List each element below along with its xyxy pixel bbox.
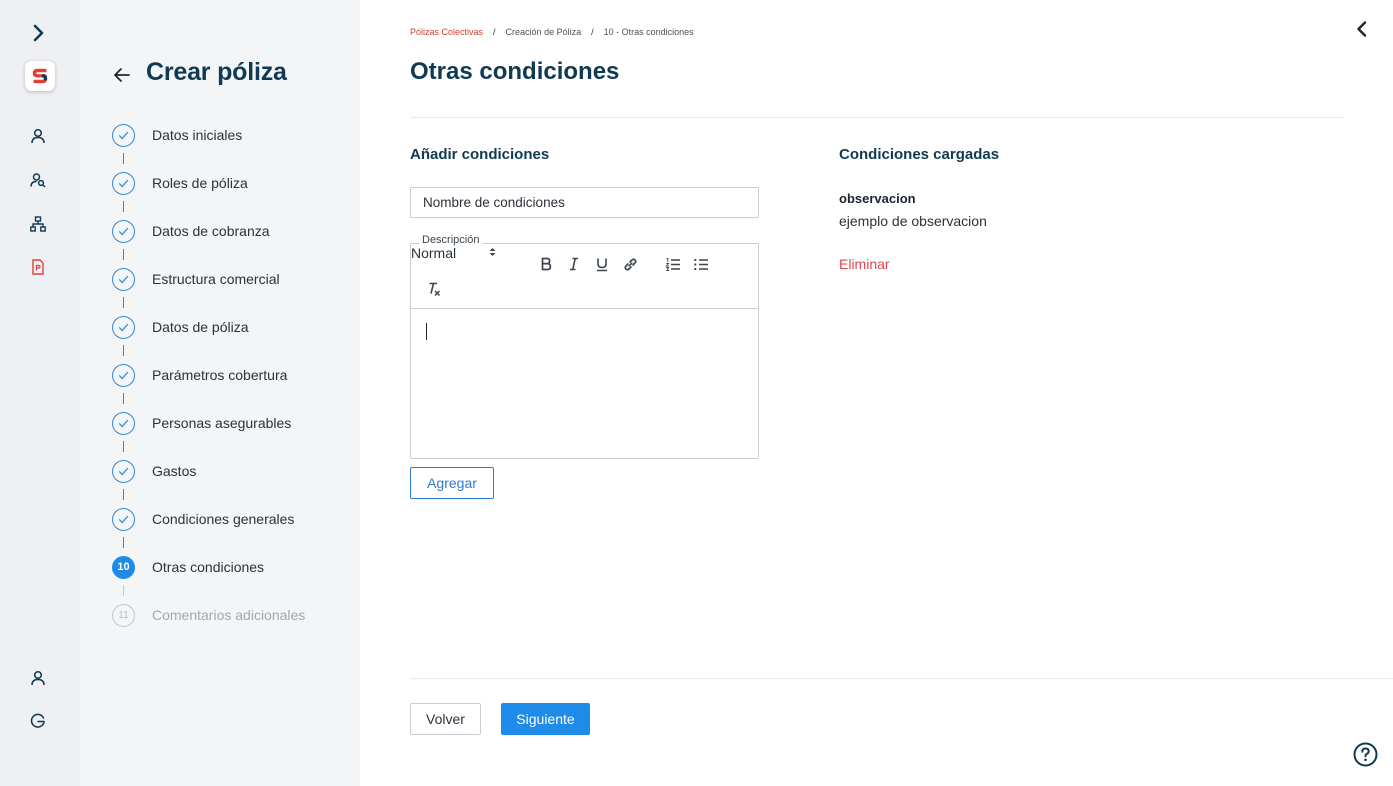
check-icon	[112, 459, 135, 483]
check-icon	[112, 363, 135, 387]
check-icon	[112, 219, 135, 243]
divider	[410, 678, 1393, 679]
step-label: Parámetros cobertura	[152, 367, 288, 383]
step-label: Datos de cobranza	[152, 223, 270, 239]
description-editor: Descripción Normal	[410, 234, 759, 459]
check-icon	[112, 267, 135, 291]
editor-toolbar: Normal	[411, 244, 758, 309]
check-icon	[112, 507, 135, 531]
org-chart-icon[interactable]	[28, 214, 48, 234]
check-icon	[112, 171, 135, 195]
step-number-badge: 10	[112, 555, 135, 579]
format-select-value: Normal	[411, 245, 457, 261]
step-otras-condiciones[interactable]: 10 Otras condiciones	[112, 555, 264, 579]
condition-item-name: observacion	[839, 191, 916, 206]
step-label: Otras condiciones	[152, 559, 265, 575]
step-connector	[123, 153, 125, 164]
page-title: Otras condiciones	[410, 58, 620, 85]
step-roles-de-poliza[interactable]: Roles de póliza	[112, 171, 248, 195]
policy-document-icon[interactable]	[28, 257, 48, 277]
users-search-icon[interactable]	[28, 170, 48, 190]
bullet-list-icon[interactable]	[692, 255, 710, 273]
back-button[interactable]: Volver	[410, 703, 481, 735]
profile-icon[interactable]	[28, 668, 48, 688]
help-icon[interactable]	[1353, 742, 1378, 767]
arrow-left-icon[interactable]	[110, 63, 134, 87]
step-connector	[123, 249, 125, 260]
description-textarea[interactable]	[411, 310, 758, 458]
step-connector	[123, 297, 125, 308]
add-conditions-title: Añadir condiciones	[410, 146, 550, 163]
check-icon	[112, 123, 135, 147]
step-parametros-cobertura[interactable]: Parámetros cobertura	[112, 363, 287, 387]
condition-name-input[interactable]: Nombre de condiciones	[410, 187, 759, 218]
check-icon	[112, 411, 135, 435]
next-button[interactable]: Siguiente	[501, 703, 590, 735]
step-comentarios-adicionales[interactable]: 11 Comentarios adicionales	[112, 603, 305, 627]
chevron-right-icon[interactable]	[28, 23, 48, 43]
underline-icon[interactable]	[593, 255, 611, 273]
loaded-conditions-title: Condiciones cargadas	[839, 146, 1000, 163]
check-icon	[112, 315, 135, 339]
breadcrumb-link-polizas[interactable]: Pólizas Colectivas	[410, 27, 483, 37]
panel-title: Crear póliza	[146, 58, 287, 86]
step-label: Roles de póliza	[152, 175, 248, 191]
step-connector	[123, 201, 125, 212]
step-connector	[123, 489, 125, 500]
breadcrumb-separator: /	[493, 27, 496, 37]
clear-format-icon[interactable]	[425, 280, 443, 298]
step-estructura-comercial[interactable]: Estructura comercial	[112, 267, 280, 291]
breadcrumb: Pólizas Colectivas / Creación de Póliza …	[410, 27, 694, 37]
step-condiciones-generales[interactable]: Condiciones generales	[112, 507, 294, 531]
step-label: Datos iniciales	[152, 127, 243, 143]
step-datos-iniciales[interactable]: Datos iniciales	[112, 123, 242, 147]
ordered-list-icon[interactable]	[664, 255, 682, 273]
steps-panel: Crear póliza Datos iniciales Roles de pó…	[80, 0, 360, 786]
step-number-badge: 11	[112, 603, 135, 627]
app-logo[interactable]	[25, 61, 55, 91]
step-connector	[123, 537, 125, 548]
divider	[410, 117, 1344, 118]
chevron-left-icon[interactable]	[1353, 20, 1371, 38]
breadcrumb-separator: /	[591, 27, 594, 37]
logout-icon[interactable]	[28, 711, 48, 731]
condition-item-description: ejemplo de observacion	[839, 213, 987, 229]
step-datos-de-cobranza[interactable]: Datos de cobranza	[112, 219, 270, 243]
italic-icon[interactable]	[565, 255, 583, 273]
step-datos-de-poliza[interactable]: Datos de póliza	[112, 315, 249, 339]
breadcrumb-current: 10 - Otras condiciones	[603, 27, 694, 37]
main-content: Pólizas Colectivas / Creación de Póliza …	[360, 0, 1393, 786]
step-label: Datos de póliza	[152, 319, 249, 335]
step-label: Estructura comercial	[152, 271, 280, 287]
link-icon[interactable]	[621, 255, 639, 273]
format-select[interactable]: Normal	[411, 244, 497, 262]
text-caret	[426, 323, 427, 340]
breadcrumb-link-creacion[interactable]: Creación de Póliza	[506, 27, 582, 37]
step-label: Personas asegurables	[152, 415, 292, 431]
step-connector	[123, 585, 125, 596]
step-label: Gastos	[152, 463, 197, 479]
icon-rail	[0, 0, 80, 786]
step-connector	[123, 345, 125, 356]
step-connector	[123, 393, 125, 404]
step-connector	[123, 441, 125, 452]
step-label: Comentarios adicionales	[152, 607, 306, 623]
bold-icon[interactable]	[537, 255, 555, 273]
user-icon[interactable]	[28, 126, 48, 146]
sort-arrows-icon	[488, 245, 497, 261]
step-personas-asegurables[interactable]: Personas asegurables	[112, 411, 291, 435]
step-gastos[interactable]: Gastos	[112, 459, 196, 483]
add-condition-button[interactable]: Agregar	[410, 467, 494, 499]
step-label: Condiciones generales	[152, 511, 295, 527]
delete-condition-link[interactable]: Eliminar	[839, 256, 890, 272]
